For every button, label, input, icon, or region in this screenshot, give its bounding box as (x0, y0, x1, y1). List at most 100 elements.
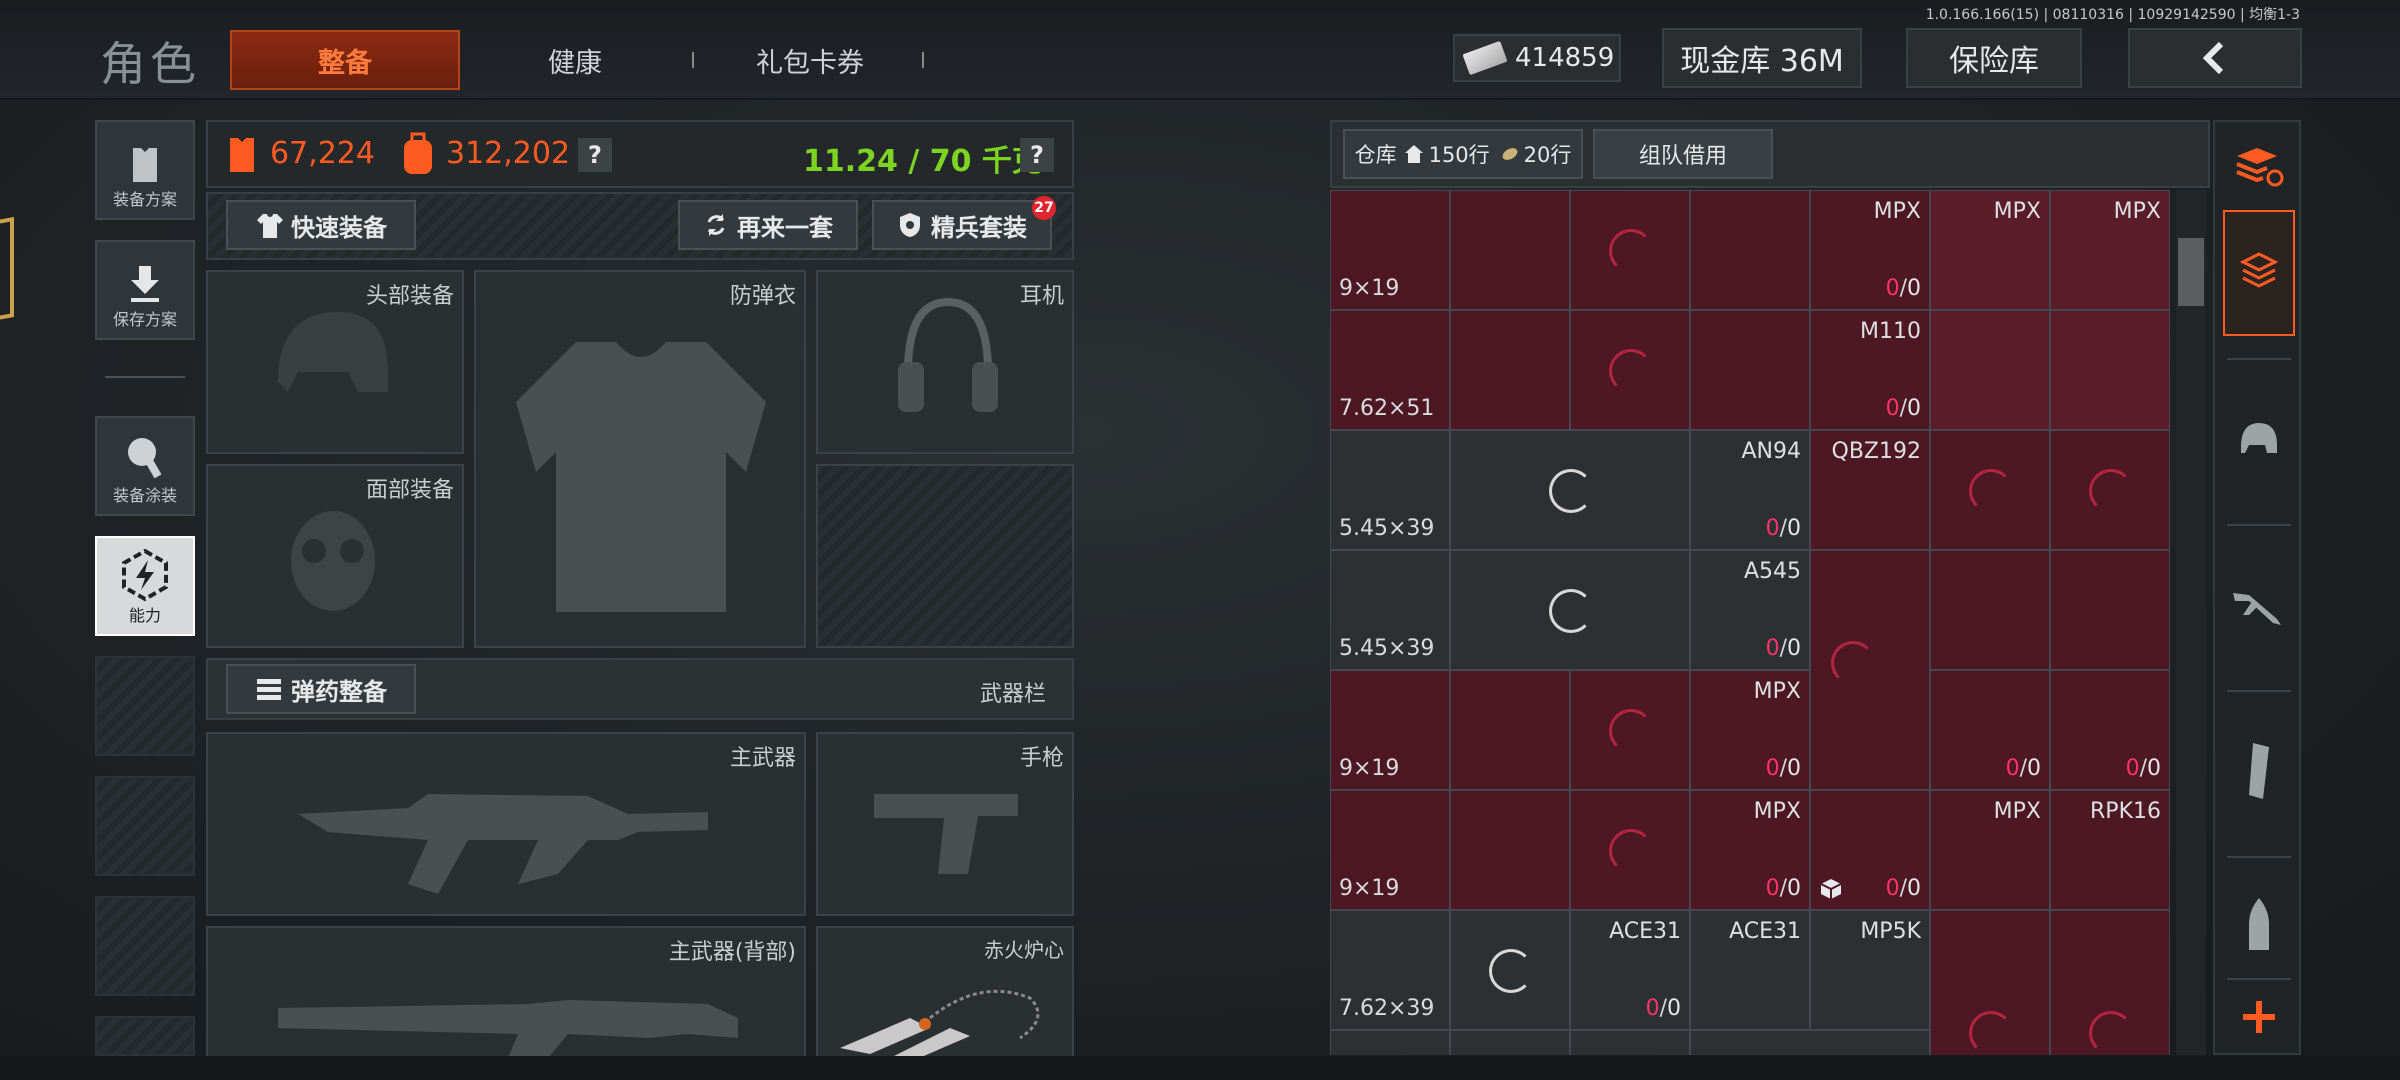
grid-cell[interactable] (2050, 550, 2170, 670)
grid-cell[interactable]: AN94 0/0 (1690, 430, 1810, 550)
grid-cell[interactable] (1690, 190, 1810, 310)
grid-cell[interactable] (2050, 910, 2170, 1055)
vest-slot[interactable]: 防弹衣 (474, 270, 806, 648)
tab-health[interactable]: 健康 (500, 30, 650, 90)
scrollbar-thumb[interactable] (2178, 238, 2204, 306)
chevron-left-icon (2202, 41, 2224, 75)
ammo-prep-button[interactable]: 弹药整备 (226, 664, 416, 714)
grid-cell[interactable]: ACE31 (1690, 910, 1810, 1030)
sidebar-save-plan[interactable]: 保存方案 (95, 240, 195, 340)
grid-cell[interactable] (1450, 910, 1570, 1030)
grid-cell[interactable]: 9×19 (1330, 670, 1450, 790)
grid-cell[interactable] (1930, 430, 2050, 550)
grid-cell[interactable]: ACE31 0/0 (1570, 910, 1690, 1030)
shirt-icon (257, 214, 283, 238)
grid-cell[interactable] (1570, 1030, 1690, 1055)
sidebar-loadout-plan[interactable]: 装备方案 (95, 120, 195, 220)
caliber-label: 9×19 (1339, 276, 1400, 301)
cash-vault-button[interactable]: 现金库 36M (1662, 28, 1862, 88)
tab-gifts[interactable]: 礼包卡券 (720, 30, 900, 90)
elite-kit-button[interactable]: 精兵套装 (872, 200, 1052, 250)
sidebar-label: 装备涂装 (112, 486, 177, 505)
grid-cell[interactable] (1570, 310, 1690, 430)
grid-cell[interactable]: 0/0 (1930, 670, 2050, 790)
sidebar-ability[interactable]: 能力 (95, 536, 195, 636)
grid-cell[interactable] (1930, 910, 2050, 1055)
grid-cell[interactable] (1570, 670, 1690, 790)
grid-cell[interactable] (1810, 550, 1930, 790)
back-weapon-slot[interactable]: 主武器(背部) (206, 926, 806, 1060)
loading-spinner (2089, 469, 2133, 513)
category-all[interactable] (2223, 128, 2295, 208)
grid-cell[interactable] (1450, 670, 1570, 790)
category-ammo[interactable] (2223, 874, 2295, 974)
grid-cell[interactable] (1330, 1030, 1450, 1055)
money-box[interactable]: 414859 (1453, 34, 1621, 82)
grid-cell[interactable] (1570, 790, 1690, 910)
sidebar-empty-slot (95, 896, 195, 996)
grid-cell[interactable]: QBZ192 (1810, 430, 1930, 550)
grid-cell[interactable]: A545 0/0 (1690, 550, 1810, 670)
face-slot[interactable]: 面部装备 (206, 464, 464, 648)
grid-cell[interactable] (1690, 310, 1810, 430)
grid-cell[interactable]: MPX 0/0 (1690, 670, 1810, 790)
sidebar-empty-slot (95, 656, 195, 756)
inventory-grid[interactable]: 9×19 MPX 0/0 MPX MPX 7.62×51 M110 0/0 5.45… (1330, 190, 2170, 1055)
headset-slot[interactable]: 耳机 (816, 270, 1074, 454)
team-borrow-button[interactable]: 组队借用 (1593, 129, 1773, 179)
grid-cell[interactable]: MPX 0/0 (1690, 790, 1810, 910)
category-magazines[interactable] (2223, 708, 2295, 834)
category-bar (2213, 120, 2301, 1055)
grid-cell[interactable] (1450, 310, 1570, 430)
category-gear[interactable] (2223, 210, 2295, 336)
grid-cell[interactable]: MPX (2050, 190, 2170, 310)
scrollbar-track[interactable] (2176, 190, 2206, 1055)
warehouse-tab[interactable]: 仓库 150行 20行 (1343, 129, 1583, 179)
sidebar-divider (105, 376, 185, 378)
grid-cell[interactable] (1450, 550, 1690, 670)
grid-cell[interactable] (1450, 1030, 1570, 1055)
grid-cell[interactable]: 7.62×39 (1330, 910, 1450, 1030)
grid-cell[interactable] (1450, 190, 1570, 310)
grid-cell[interactable]: MP5K (1810, 910, 1930, 1030)
grid-cell[interactable]: 0/0 (1810, 790, 1930, 910)
grid-cell[interactable]: RPK16 (2050, 790, 2170, 910)
pistol-slot[interactable]: 手枪 (816, 732, 1074, 916)
grid-cell[interactable] (1930, 550, 2050, 670)
help-button[interactable]: ? (578, 138, 612, 172)
grid-cell[interactable]: 0/0 (2050, 670, 2170, 790)
grid-cell[interactable]: M110 0/0 (1810, 310, 1930, 430)
grid-cell[interactable] (1690, 1030, 1930, 1055)
category-armor[interactable] (2223, 376, 2295, 502)
sidebar-skin[interactable]: 装备涂装 (95, 416, 195, 516)
caliber-label: 9×19 (1339, 876, 1400, 901)
melee-slot[interactable]: 赤火炉心 (816, 926, 1074, 1060)
tab-equip[interactable]: 整备 (230, 30, 460, 90)
main-weapon-slot[interactable]: 主武器 (206, 732, 806, 916)
grid-cell[interactable] (1450, 430, 1690, 550)
grid-cell[interactable]: 9×19 (1330, 190, 1450, 310)
grid-cell[interactable] (1930, 310, 2050, 430)
grid-cell[interactable]: 5.45×39 (1330, 430, 1450, 550)
grid-cell[interactable] (2050, 430, 2170, 550)
grid-cell[interactable]: MPX (1930, 190, 2050, 310)
grid-cell[interactable]: 7.62×51 (1330, 310, 1450, 430)
weight-help-button[interactable]: ? (1020, 138, 1054, 172)
grid-cell[interactable]: 5.45×39 (1330, 550, 1450, 670)
gas-mask-icon (291, 511, 375, 611)
grid-cell[interactable]: 9×19 (1330, 790, 1450, 910)
category-weapons[interactable] (2223, 542, 2295, 668)
category-divider (2227, 690, 2291, 692)
grid-cell[interactable] (1570, 190, 1690, 310)
grid-cell[interactable] (2050, 310, 2170, 430)
back-button[interactable] (2128, 28, 2302, 88)
grid-cell[interactable]: MPX 0/0 (1810, 190, 1930, 310)
pistol-slot-label: 手枪 (1019, 746, 1064, 771)
again-button[interactable]: 再来一套 (678, 200, 858, 250)
quick-equip-button[interactable]: 快速装备 (226, 200, 416, 250)
add-category-button[interactable] (2223, 984, 2295, 1050)
grid-cell[interactable]: MPX (1930, 790, 2050, 910)
head-slot[interactable]: 头部装备 (206, 270, 464, 454)
grid-cell[interactable] (1450, 790, 1570, 910)
insurance-button[interactable]: 保险库 (1906, 28, 2082, 88)
